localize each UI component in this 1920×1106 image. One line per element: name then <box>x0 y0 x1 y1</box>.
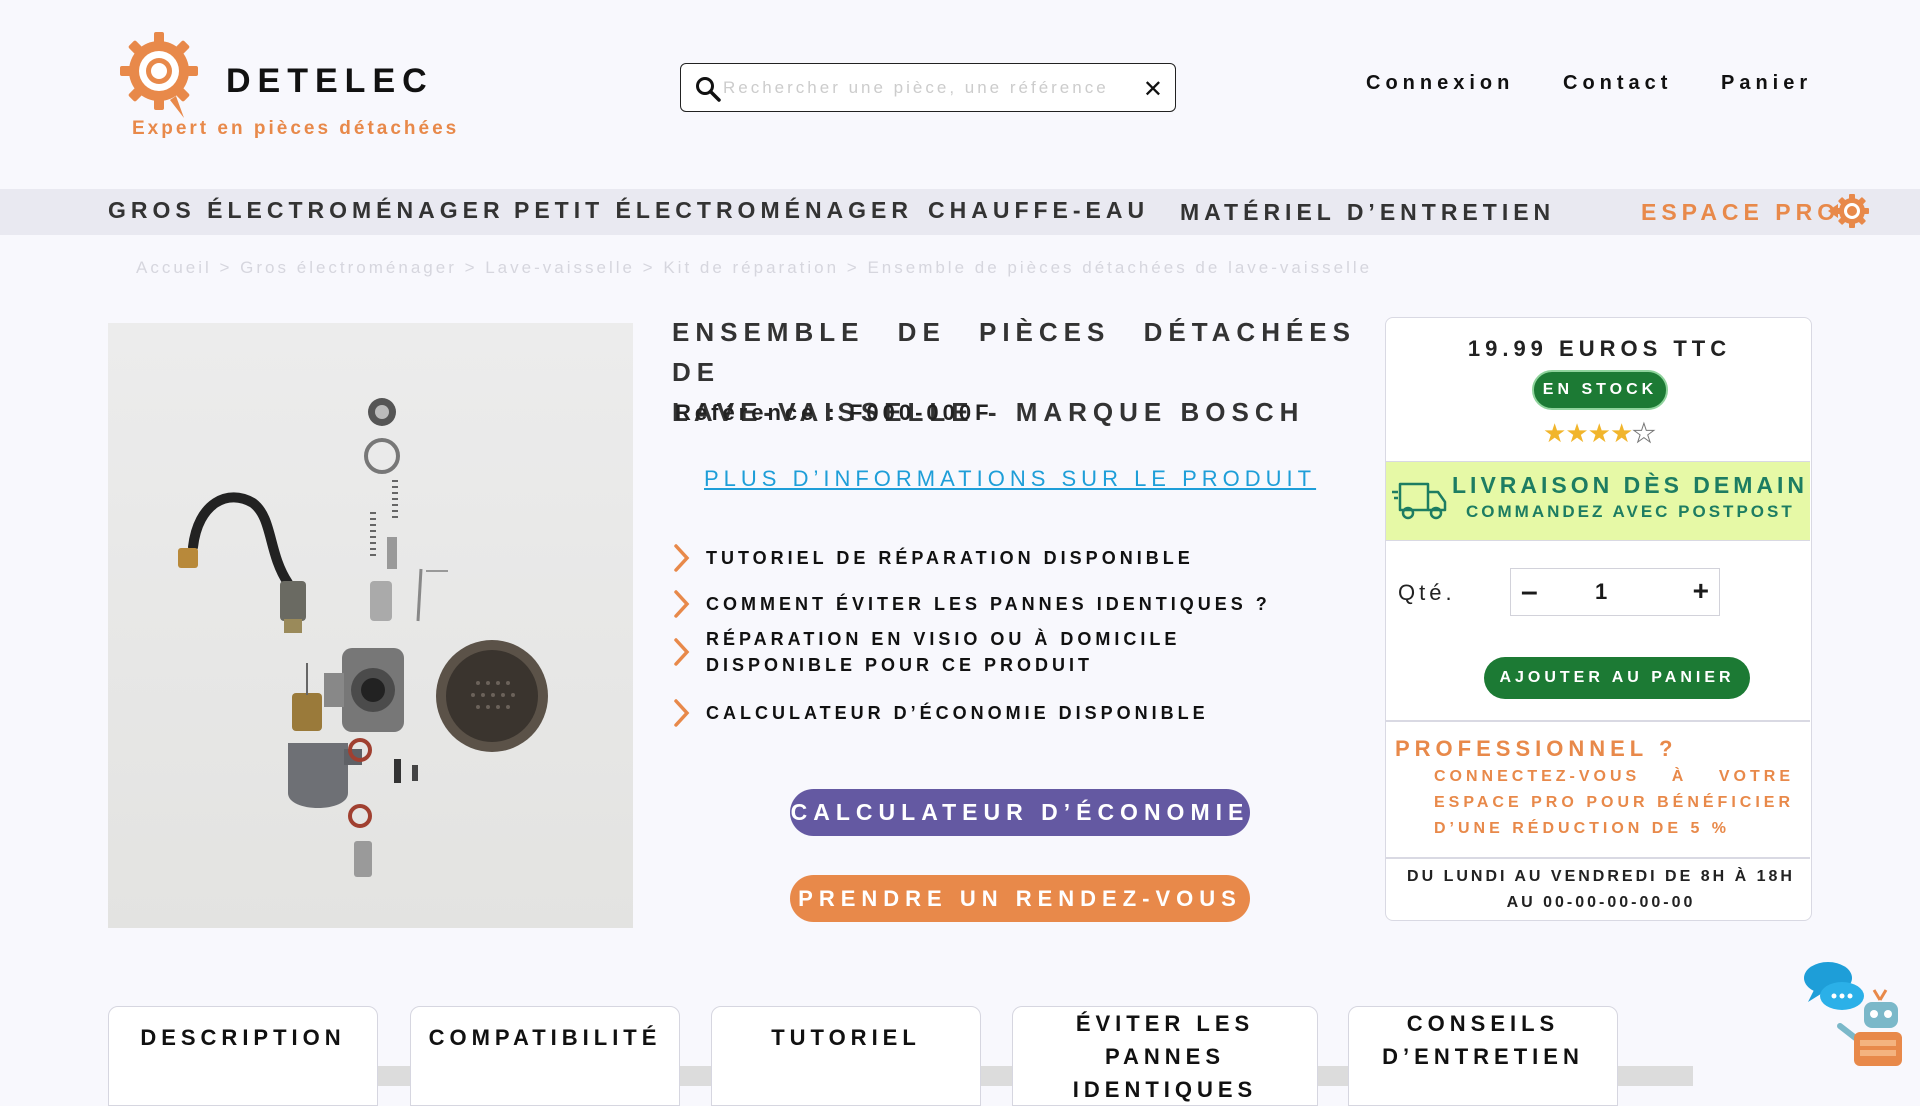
feature-avoid-breakdowns[interactable]: COMMENT ÉVITER LES PANNES IDENTIQUES ? <box>672 589 1271 619</box>
close-icon[interactable]: ✕ <box>1143 75 1163 104</box>
nav-item-materiel-entretien[interactable]: MATÉRIEL D’ENTRETIEN <box>1180 199 1555 226</box>
star-icon: ★ <box>1565 418 1588 448</box>
tab-avoid-breakdowns[interactable]: ÉVITER LES PANNES IDENTIQUES <box>1012 1006 1318 1106</box>
add-to-cart-button[interactable]: AJOUTER AU PANIER <box>1484 657 1750 699</box>
tab-label: COMPATIBILITÉ <box>428 1025 662 1050</box>
feature-calculator[interactable]: CALCULATEUR D’ÉCONOMIE DISPONIBLE <box>672 698 1209 728</box>
tab-compatibility[interactable]: COMPATIBILITÉ <box>410 1006 680 1106</box>
contact-link[interactable]: Contact <box>1563 72 1672 95</box>
tab-label: DESCRIPTION <box>140 1025 346 1050</box>
stock-badge: EN STOCK <box>1532 370 1668 410</box>
pro-title: PROFESSIONNEL ? <box>1395 736 1678 761</box>
logo-gear-icon[interactable] <box>118 30 200 120</box>
divider <box>1386 720 1810 722</box>
feature-label: COMMENT ÉVITER LES PANNES IDENTIQUES ? <box>706 594 1271 614</box>
gear-icon[interactable] <box>1826 192 1870 230</box>
tab-label: CONSEILS D’ENTRETIEN <box>1382 1011 1584 1069</box>
price: 19.99 EUROS TTC <box>1467 336 1732 361</box>
tab-maintenance-tips[interactable]: CONSEILS D’ENTRETIEN <box>1348 1006 1618 1106</box>
product-title-line1: ENSEMBLE DE PIÈCES DÉTACHÉES DE <box>672 317 1356 387</box>
quantity-decrease-button[interactable]: – <box>1521 575 1538 609</box>
star-empty-icon: ★ <box>1632 418 1656 449</box>
feature-tutorial[interactable]: TUTORIEL DE RÉPARATION DISPONIBLE <box>672 543 1194 573</box>
breadcrumb[interactable]: Accueil > Gros électroménager > Lave-vai… <box>136 258 1372 278</box>
opening-hours: DU LUNDI AU VENDREDI DE 8H À 18H AU 00-0… <box>1407 868 1795 911</box>
search-bar[interactable]: ✕ <box>680 63 1176 112</box>
search-icon[interactable] <box>695 76 721 102</box>
delivery-banner: LIVRAISON DÈS DEMAIN COMMANDEZ AVEC POST… <box>1386 461 1810 541</box>
tab-label: TUTORIEL <box>771 1025 921 1050</box>
tab-description[interactable]: DESCRIPTION <box>108 1006 378 1106</box>
quantity-label: Qté. <box>1398 580 1456 605</box>
search-input[interactable] <box>721 72 1125 104</box>
delivery-truck-icon <box>1392 482 1447 520</box>
product-reference: Référence : F000-000F <box>675 400 993 425</box>
delivery-subtitle: COMMANDEZ AVEC POSTPOST <box>1466 502 1795 521</box>
star-icon: ★ <box>1609 418 1633 448</box>
login-link[interactable]: Connexion <box>1366 72 1514 95</box>
purchase-box: 19.99 EUROS TTC EN STOCK ★★★★★ LIVRAISON… <box>1385 317 1812 921</box>
nav-item-petit-electromenager[interactable]: PETIT ÉLECTROMÉNAGER <box>514 197 913 224</box>
product-image <box>108 323 633 928</box>
star-icon: ★ <box>1587 418 1611 448</box>
chevron-right-icon <box>674 544 690 572</box>
feature-label: RÉPARATION EN VISIO OU À DOMICILE DISPON… <box>706 629 1181 675</box>
chevron-right-icon <box>674 590 690 618</box>
chevron-right-icon <box>674 638 690 666</box>
appointment-button[interactable]: PRENDRE UN RENDEZ-VOUS <box>790 875 1250 922</box>
brand-name[interactable]: DETELEC <box>226 62 434 101</box>
feature-label: CALCULATEUR D’ÉCONOMIE DISPONIBLE <box>706 703 1209 723</box>
tab-tutorial[interactable]: TUTORIEL <box>711 1006 981 1106</box>
divider <box>1386 857 1810 859</box>
cart-link[interactable]: Panier <box>1721 72 1812 95</box>
quantity-increase-button[interactable]: + <box>1693 575 1709 607</box>
chevron-right-icon <box>674 699 690 727</box>
feature-label: TUTORIEL DE RÉPARATION DISPONIBLE <box>706 548 1194 568</box>
nav-item-gros-electromenager[interactable]: GROS ÉLECTROMÉNAGER <box>108 197 505 224</box>
quantity-value[interactable]: 1 <box>1595 579 1607 605</box>
quantity-stepper[interactable]: – 1 + <box>1510 568 1720 616</box>
more-info-link[interactable]: PLUS D’INFORMATIONS SUR LE PRODUIT <box>704 466 1316 492</box>
feature-repair-visio[interactable]: RÉPARATION EN VISIO OU À DOMICILE DISPON… <box>672 626 1312 678</box>
tab-label: ÉVITER LES PANNES IDENTIQUES <box>1072 1011 1258 1102</box>
rating-stars: ★★★★★ <box>1543 418 1656 449</box>
brand-tagline: Expert en pièces détachées <box>132 118 460 139</box>
savings-calculator-button[interactable]: CALCULATEUR D’ÉCONOMIE <box>790 789 1250 836</box>
star-icon: ★ <box>1543 418 1566 448</box>
nav-item-chauffe-eau[interactable]: CHAUFFE-EAU <box>928 197 1149 224</box>
pro-text[interactable]: CONNECTEZ-VOUS À VOTRE ESPACE PRO POUR B… <box>1434 764 1794 842</box>
chatbot-icon[interactable] <box>1800 960 1906 1070</box>
nav-item-espace-pro[interactable]: ESPACE PRO <box>1641 199 1840 226</box>
delivery-title: LIVRAISON DÈS DEMAIN <box>1452 472 1809 498</box>
